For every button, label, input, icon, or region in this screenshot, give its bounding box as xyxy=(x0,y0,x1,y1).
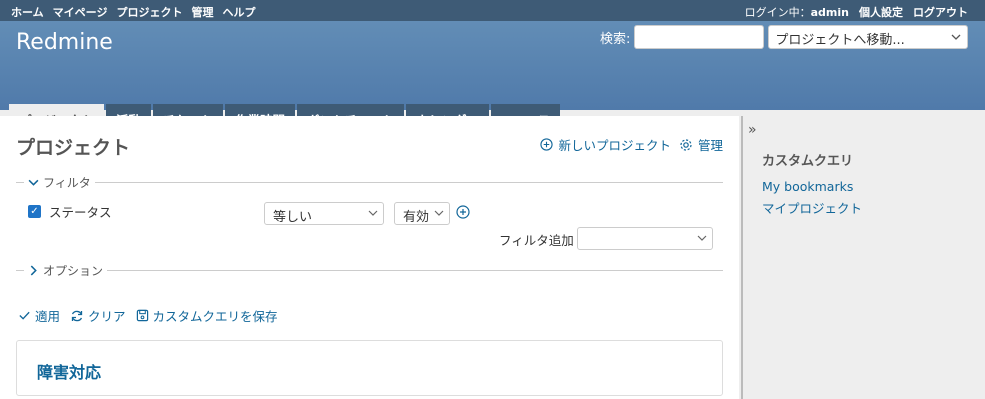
logout-link[interactable]: ログアウト xyxy=(913,4,968,20)
status-operator-value: 等しい xyxy=(273,210,313,225)
admin-link[interactable]: 管理 xyxy=(679,135,723,154)
header: Redmine 検索: プロジェクトへ移動... プロジェクト 活動 チケット … xyxy=(0,21,985,131)
sidebar-heading: カスタムクエリ xyxy=(762,154,854,169)
toggle-multiselect-icon[interactable] xyxy=(456,205,470,219)
options-legend[interactable]: オプション xyxy=(43,262,103,279)
new-project-link[interactable]: 新しいプロジェクト xyxy=(540,135,671,154)
project-jump-select[interactable]: プロジェクトへ移動... xyxy=(768,25,969,49)
add-filter-select[interactable] xyxy=(577,227,713,250)
sidebar-link-my-projects[interactable]: マイプロジェクト xyxy=(762,198,862,217)
filters-fieldset: フィルタ xyxy=(16,174,723,191)
contextual-actions: 新しいプロジェクト 管理 xyxy=(540,135,723,154)
chevron-right-icon[interactable] xyxy=(28,265,39,276)
chevron-down-icon xyxy=(368,210,378,216)
status-filter-checkbox[interactable]: ✓ xyxy=(28,205,41,218)
project-jump-label: プロジェクトへ移動... xyxy=(775,33,905,48)
filters-legend[interactable]: フィルタ xyxy=(43,174,91,191)
project-card: 障害対応 xyxy=(16,340,723,396)
clear-label: クリア xyxy=(88,309,126,324)
apply-button[interactable]: 適用 xyxy=(18,306,60,325)
sidebar-link-bookmarks[interactable]: My bookmarks xyxy=(762,179,853,194)
status-operator-select[interactable]: 等しい xyxy=(264,202,384,225)
search-input[interactable] xyxy=(634,25,765,49)
chevron-down-icon[interactable] xyxy=(28,177,39,188)
chevron-down-icon xyxy=(697,235,707,241)
add-filter-label: フィルタ追加 xyxy=(499,233,574,248)
top-menu-projects[interactable]: プロジェクト xyxy=(116,4,182,20)
top-menu-administration[interactable]: 管理 xyxy=(191,4,213,20)
page-title: プロジェクト xyxy=(16,137,131,159)
save-query-button[interactable]: カスタムクエリを保存 xyxy=(136,306,278,325)
quick-search: 検索: プロジェクトへ移動... xyxy=(600,25,969,49)
chevron-down-icon xyxy=(434,210,444,216)
status-filter-label: ステータス xyxy=(49,205,112,220)
app-title: Redmine xyxy=(16,30,113,55)
logged-in-user[interactable]: admin xyxy=(811,6,849,19)
top-menu: ホーム マイページ プロジェクト 管理 ヘルプ ログイン中：admin 個人設定… xyxy=(0,0,985,21)
status-filter-row: ✓ ステータス xyxy=(28,202,112,221)
logged-in-label: ログイン中： xyxy=(744,6,811,19)
status-value-select[interactable]: 有効 xyxy=(394,202,450,225)
clear-button[interactable]: クリア xyxy=(70,306,126,325)
options-fieldset: オプション xyxy=(16,262,723,279)
status-value: 有効 xyxy=(403,210,430,225)
main-content: プロジェクト 新しいプロジェクト 管理 フィルタ ✓ ステータス 等しい 有効 … xyxy=(0,116,739,399)
sidebar: » カスタムクエリ My bookmarks マイプロジェクト xyxy=(741,116,985,399)
my-account-link[interactable]: 個人設定 xyxy=(859,4,903,20)
top-menu-my-page[interactable]: マイページ xyxy=(53,4,108,20)
save-icon xyxy=(136,309,148,322)
chevron-down-icon xyxy=(951,34,961,40)
reload-icon xyxy=(71,310,83,321)
project-name[interactable]: 障害対応 xyxy=(37,359,101,383)
query-buttons: 適用 クリア カスタムクエリを保存 xyxy=(18,306,278,325)
admin-label: 管理 xyxy=(697,138,723,153)
new-project-label: 新しいプロジェクト xyxy=(558,138,671,153)
save-query-label: カスタムクエリを保存 xyxy=(152,309,278,324)
apply-label: 適用 xyxy=(35,309,61,324)
checkmark-icon xyxy=(19,311,30,320)
top-menu-help[interactable]: ヘルプ xyxy=(222,4,255,20)
top-menu-home[interactable]: ホーム xyxy=(11,4,44,20)
add-icon xyxy=(540,138,554,151)
gear-icon xyxy=(680,138,692,151)
search-label: 検索: xyxy=(600,31,631,47)
sidebar-toggle-icon[interactable]: » xyxy=(748,122,757,138)
